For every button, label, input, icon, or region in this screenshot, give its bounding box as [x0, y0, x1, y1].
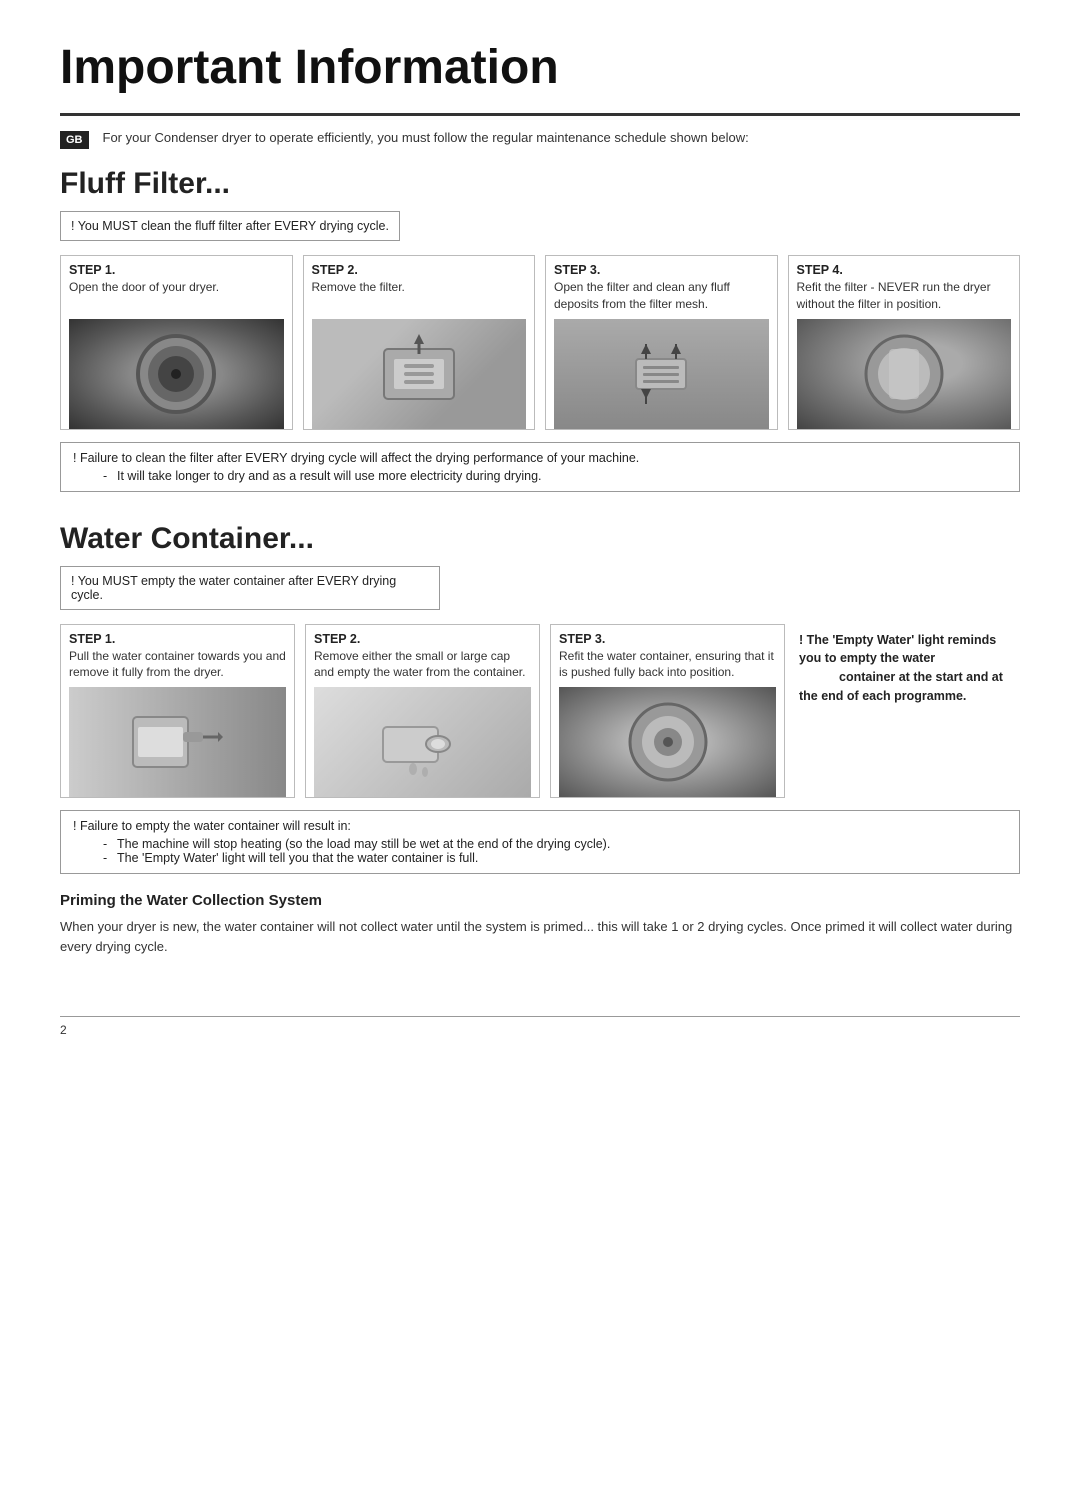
fluff-step4-image [797, 319, 1012, 429]
page-title: Important Information [60, 40, 1020, 95]
fluff-warning-box: ! You MUST clean the fluff filter after … [60, 211, 400, 241]
filter-refit-icon [859, 329, 949, 419]
gb-badge: GB [60, 131, 89, 149]
fluff-failure-item-1: It will take longer to dry and as a resu… [103, 469, 1007, 483]
fluff-step-2: STEP 2. Remove the filter. [303, 255, 536, 430]
water-step-2: STEP 2. Remove either the small or large… [305, 624, 540, 799]
fluff-steps-row: STEP 1. Open the door of your dryer. STE… [60, 255, 1020, 430]
priming-text: When your dryer is new, the water contai… [60, 917, 1020, 956]
water-step1-desc: Pull the water container towards you and… [69, 648, 286, 682]
fluff-warning-text: ! You MUST clean the fluff filter after … [71, 219, 389, 233]
fluff-step4-label: STEP 4. [797, 263, 1012, 277]
dryer-open-icon [131, 329, 221, 419]
fluff-failure-box: ! Failure to clean the filter after EVER… [60, 442, 1020, 492]
fluff-step3-desc: Open the filter and clean any fluff depo… [554, 279, 769, 313]
fluff-step-1: STEP 1. Open the door of your dryer. [60, 255, 293, 430]
priming-title: Priming the Water Collection System [60, 892, 1020, 909]
water-container-title: Water Container... [60, 522, 1020, 556]
page-number: 2 [60, 1023, 1020, 1037]
fluff-step1-label: STEP 1. [69, 263, 284, 277]
page-container: Important Information GB For your Conden… [0, 0, 1080, 1077]
fluff-step2-label: STEP 2. [312, 263, 527, 277]
fluff-step3-image [554, 319, 769, 429]
water-container-section: Water Container... ! You MUST empty the … [60, 522, 1020, 957]
fluff-failure-text: ! Failure to clean the filter after EVER… [73, 451, 1007, 465]
water-special-note-content: ! The 'Empty Water' light reminds you to… [799, 631, 1016, 706]
intro-row: GB For your Condenser dryer to operate e… [60, 130, 1020, 149]
water-failure-item-2: The 'Empty Water' light will tell you th… [103, 851, 1007, 865]
fluff-step-4: STEP 4. Refit the filter - NEVER run the… [788, 255, 1021, 430]
fluff-step4-desc: Refit the filter - NEVER run the dryer w… [797, 279, 1012, 313]
water-step1-label: STEP 1. [69, 632, 286, 646]
filter-remove-icon [374, 329, 464, 419]
fluff-step2-image [312, 319, 527, 429]
water-special-note: ! The 'Empty Water' light reminds you to… [795, 624, 1020, 799]
water-step3-desc: Refit the water container, ensuring that… [559, 648, 776, 682]
water-step3-image [559, 687, 776, 797]
water-pull-icon [128, 697, 228, 787]
water-steps-row: STEP 1. Pull the water container towards… [60, 624, 1020, 799]
water-cap-icon [373, 697, 473, 787]
water-step-1: STEP 1. Pull the water container towards… [60, 624, 295, 799]
filter-clean-arrows [621, 319, 701, 429]
water-step1-image [69, 687, 286, 797]
fluff-step1-desc: Open the door of your dryer. [69, 279, 284, 296]
filter-clean-icon [621, 329, 701, 419]
water-warning-text: ! You MUST empty the water container aft… [71, 574, 396, 602]
water-special-note-bold: ! The 'Empty Water' light reminds you to… [799, 633, 996, 666]
fluff-filter-title: Fluff Filter... [60, 167, 1020, 201]
water-refit-icon [623, 697, 713, 787]
water-step2-label: STEP 2. [314, 632, 531, 646]
water-failure-list: The machine will stop heating (so the lo… [103, 837, 1007, 865]
water-step3-label: STEP 3. [559, 632, 776, 646]
fluff-step-3: STEP 3. Open the filter and clean any fl… [545, 255, 778, 430]
water-failure-item-1: The machine will stop heating (so the lo… [103, 837, 1007, 851]
bottom-rule [60, 1016, 1020, 1017]
fluff-step3-label: STEP 3. [554, 263, 769, 277]
water-failure-box: ! Failure to empty the water container w… [60, 810, 1020, 874]
water-step-3: STEP 3. Refit the water container, ensur… [550, 624, 785, 799]
top-rule [60, 113, 1020, 116]
fluff-step2-desc: Remove the filter. [312, 279, 527, 296]
water-step2-image [314, 687, 531, 797]
water-special-note-rest: container at the start and at the end of… [799, 670, 1003, 703]
fluff-failure-list: It will take longer to dry and as a resu… [103, 469, 1007, 483]
priming-section: Priming the Water Collection System When… [60, 892, 1020, 956]
intro-text: For your Condenser dryer to operate effi… [103, 130, 749, 145]
water-step2-desc: Remove either the small or large cap and… [314, 648, 531, 682]
water-failure-text: ! Failure to empty the water container w… [73, 819, 1007, 833]
water-warning-box: ! You MUST empty the water container aft… [60, 566, 440, 610]
fluff-step1-image [69, 319, 284, 429]
